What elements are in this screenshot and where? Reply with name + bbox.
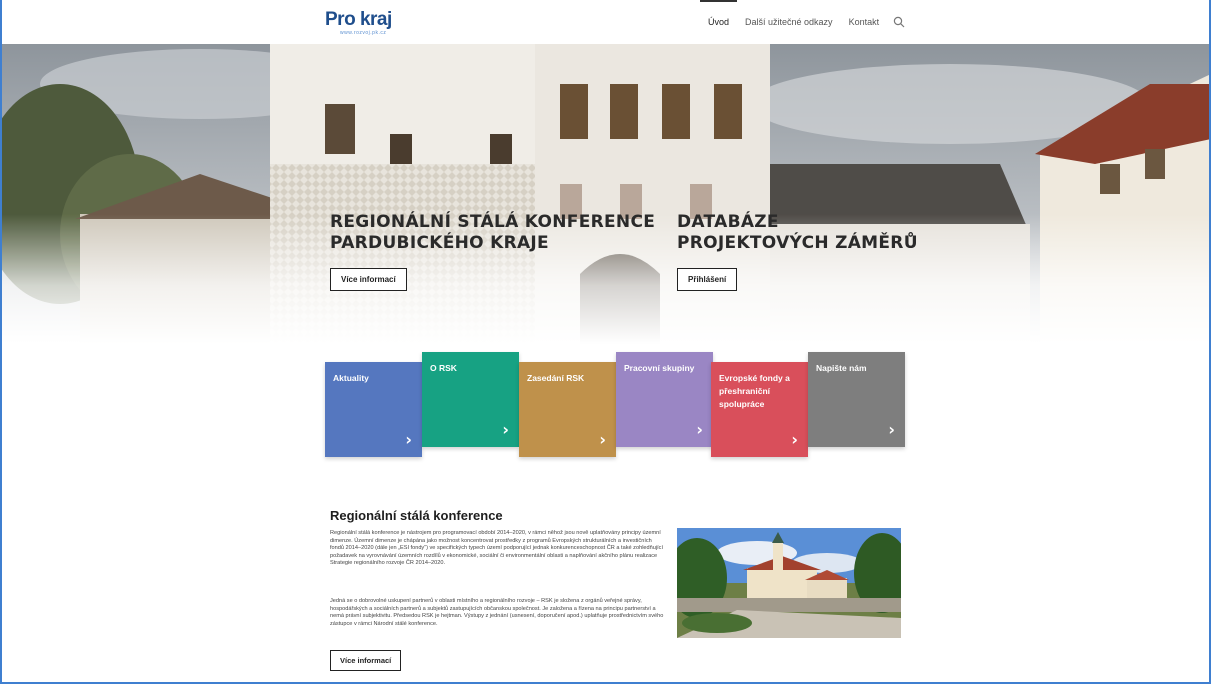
tile-aktuality[interactable]: Aktuality › xyxy=(325,362,422,457)
tile-o-rsk[interactable]: O RSK › xyxy=(422,352,519,447)
chateau-photo xyxy=(677,528,901,638)
section-title: Regionální stálá konference xyxy=(330,508,503,523)
hero-login-button[interactable]: Přihlášení xyxy=(677,268,738,291)
chevron-right-icon: › xyxy=(502,420,509,439)
site-logo[interactable]: Pro kraj xyxy=(325,9,392,31)
content-more-button[interactable]: Více informací xyxy=(330,650,402,671)
tile-napiste-nam[interactable]: Napište nám › xyxy=(808,352,905,447)
hero-database-block: DATABÁZE PROJEKTOVÝCH ZÁMĚRŮ Přihlášení xyxy=(677,212,918,291)
hero-banner: REGIONÁLNÍ STÁLÁ KONFERENCE PARDUBICKÉHO… xyxy=(0,44,1211,344)
intro-paragraph: Regionální stálá konference je nástrojem… xyxy=(330,530,664,567)
logo-subtitle: www.rozvoj.pk.cz xyxy=(340,30,387,36)
tile-label: Evropské fondy a přeshraniční spolupráce xyxy=(719,373,790,409)
chevron-right-icon: › xyxy=(405,430,412,449)
main-nav: Úvod Další užitečné odkazy Kontakt xyxy=(700,0,905,44)
tile-label: Zasedání RSK xyxy=(527,373,585,383)
tile-pracovni-skupiny[interactable]: Pracovní skupiny › xyxy=(616,352,713,447)
tile-evropske-fondy[interactable]: Evropské fondy a přeshraniční spolupráce… xyxy=(711,362,808,457)
tile-label: O RSK xyxy=(430,363,457,373)
chevron-right-icon: › xyxy=(888,420,895,439)
nav-item-uvod[interactable]: Úvod xyxy=(700,0,738,44)
site-header: Pro kraj www.rozvoj.pk.cz Úvod Další uži… xyxy=(0,0,1211,44)
hero-rsk-block: REGIONÁLNÍ STÁLÁ KONFERENCE PARDUBICKÉHO… xyxy=(330,212,655,291)
search-icon[interactable] xyxy=(893,16,905,28)
tile-label: Aktuality xyxy=(333,373,369,383)
hero-database-title-line1: DATABÁZE xyxy=(677,212,779,232)
chevron-right-icon: › xyxy=(696,420,703,439)
tile-zasedani-rsk[interactable]: Zasedání RSK › xyxy=(519,362,616,457)
nav-item-odkazy[interactable]: Další užitečné odkazy xyxy=(737,0,841,44)
nav-item-kontakt[interactable]: Kontakt xyxy=(841,0,888,44)
hero-rsk-more-button[interactable]: Více informací xyxy=(330,268,407,291)
partners-paragraph: Jedná se o dobrovolné uskupení partnerů … xyxy=(330,598,664,627)
hero-database-title-line2: PROJEKTOVÝCH ZÁMĚRŮ xyxy=(677,233,918,253)
hero-rsk-title-line1: REGIONÁLNÍ STÁLÁ KONFERENCE xyxy=(330,212,656,232)
chevron-right-icon: › xyxy=(791,430,798,449)
tile-label: Napište nám xyxy=(816,363,867,373)
chevron-right-icon: › xyxy=(599,430,606,449)
tile-label: Pracovní skupiny xyxy=(624,363,695,373)
category-tiles: Aktuality › O RSK › Zasedání RSK › Praco… xyxy=(325,352,905,457)
hero-rsk-title-line2: PARDUBICKÉHO KRAJE xyxy=(330,233,549,253)
